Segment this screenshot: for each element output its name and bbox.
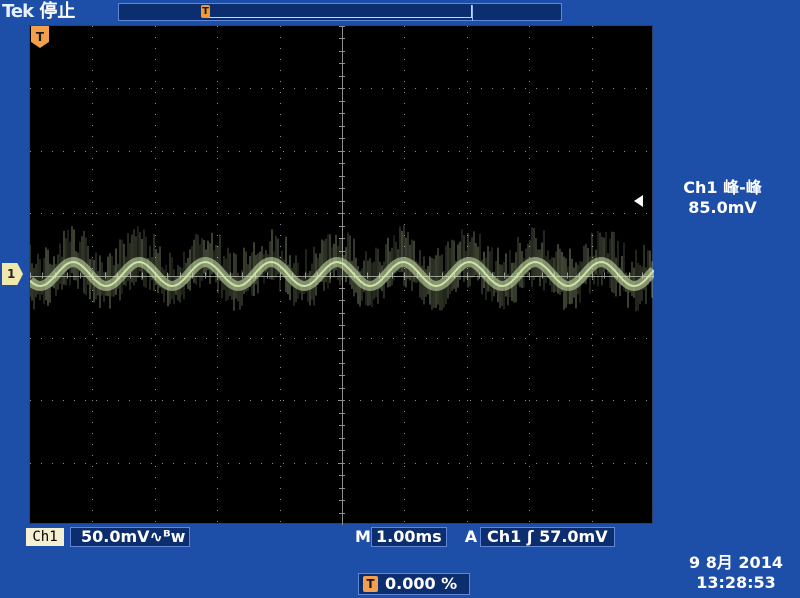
channel-1-marker-icon: 1	[2, 263, 23, 285]
time-marker[interactable]: T	[201, 5, 210, 18]
tek-logo: Tek	[2, 1, 34, 22]
trigger-box: Ch1 ʃ 57.0mV	[480, 527, 615, 547]
waveform-display	[26, 25, 658, 526]
trigger-position: T 0.000 %	[358, 573, 470, 595]
acq-label: A	[464, 527, 478, 546]
datetime: 9 8月 2014 13:28:53	[676, 553, 796, 593]
record-end-line	[472, 5, 473, 21]
measurement-title: Ch1 峰-峰	[683, 178, 762, 197]
trigger-readout: A Ch1 ʃ 57.0mV	[462, 527, 655, 547]
time-text: 13:28:53	[696, 573, 776, 592]
position-track	[205, 17, 471, 18]
run-status: 停止	[39, 1, 76, 22]
position-value: 0.000 %	[385, 574, 458, 593]
channel-label: Ch1	[26, 528, 64, 546]
status-row: Ch1 50.0mV∿ᴮw M 1.00ms A Ch1 ʃ 57.0mV	[0, 525, 800, 549]
position-icon: T	[363, 576, 378, 592]
timebase-label: M	[355, 527, 371, 546]
timebase-value: 1.00ms	[371, 527, 447, 547]
measurement-pointer-icon	[634, 195, 643, 207]
timebase: M 1.00ms	[355, 527, 447, 547]
bw-glyph-icon: ᴮw	[162, 527, 186, 546]
trigger-level: 57.0mV	[539, 527, 608, 546]
trigger-channel: Ch1	[487, 527, 522, 546]
waveform-svg	[26, 26, 658, 526]
horizontal-position-bar[interactable]: T	[118, 3, 562, 21]
trigger-slope-icon: ʃ	[526, 527, 534, 546]
volts-per-div: 50.0mV∿ᴮw	[70, 527, 190, 547]
date-text: 9 8月 2014	[689, 553, 783, 572]
header-brand: Tek 停止	[2, 0, 75, 24]
measurement-readout: Ch1 峰-峰 85.0mV	[634, 178, 775, 218]
volts-value: 50.0mV	[81, 527, 150, 546]
coupling-glyph-icon: ∿	[149, 527, 163, 546]
measurement-value: 85.0mV	[688, 198, 757, 217]
